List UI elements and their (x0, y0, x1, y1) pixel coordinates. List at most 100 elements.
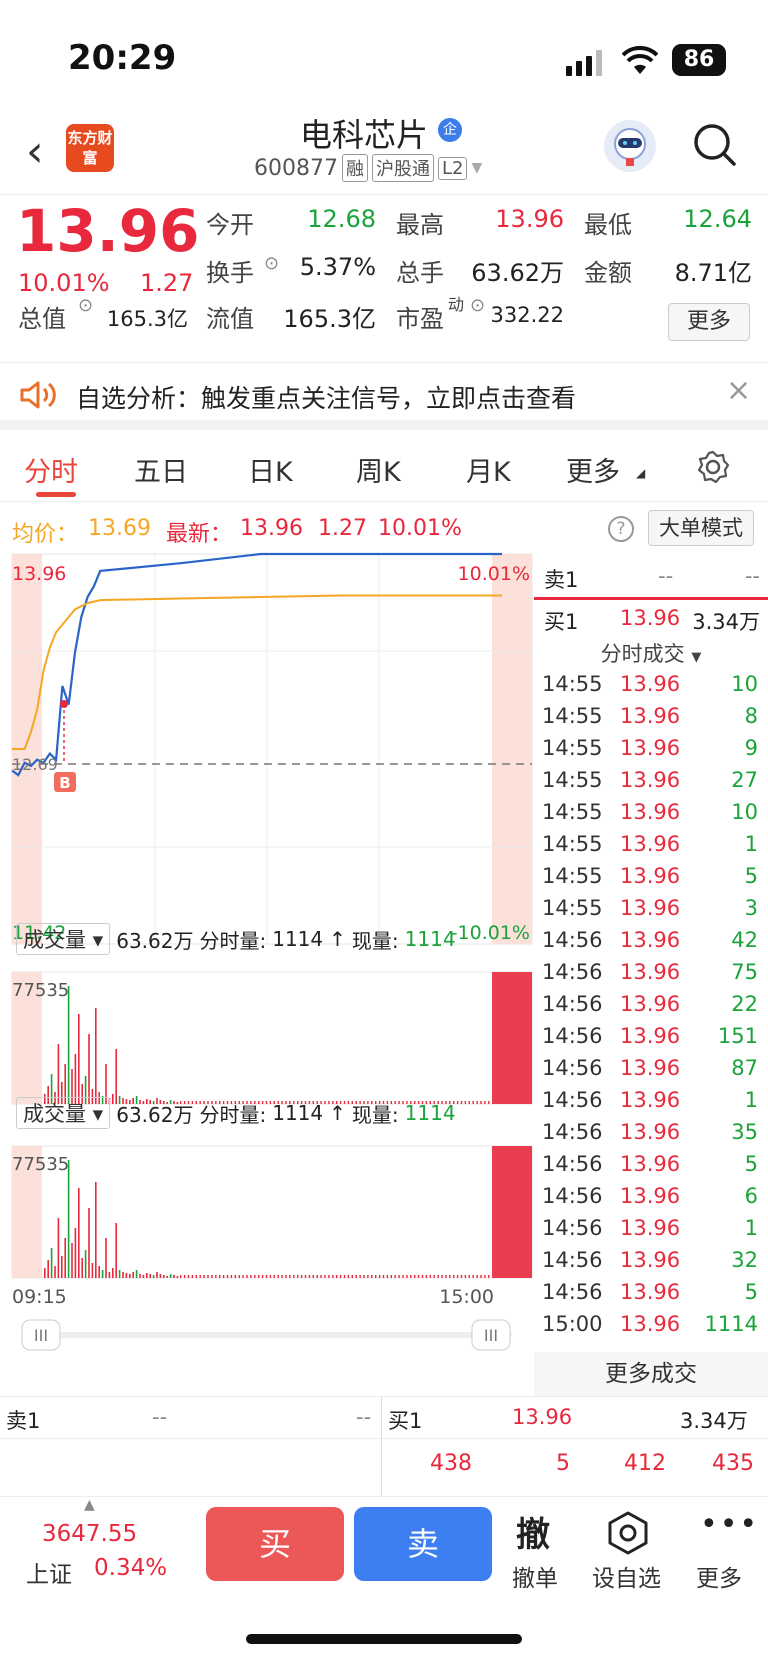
volume-bar (91, 1263, 94, 1278)
volume-bar (351, 1275, 353, 1278)
close-icon[interactable]: × (726, 373, 751, 408)
active-tab-indicator (36, 492, 76, 497)
volume-bar (101, 1270, 104, 1278)
volume-bar (456, 1275, 459, 1278)
book-row2-col1: 438 (430, 1451, 472, 1476)
assistant-robot-icon[interactable] (604, 120, 656, 172)
help-icon[interactable]: ? (608, 516, 634, 542)
cellular-signal-icon (566, 50, 602, 76)
add-watchlist-button[interactable]: 设自选 (592, 1559, 661, 1593)
pe-value: 332.22 (490, 303, 564, 327)
add-watchlist-icon[interactable] (606, 1511, 650, 1555)
status-time: 20:29 (68, 38, 177, 78)
latest-label: 最新： (166, 522, 233, 547)
index-value[interactable]: 3647.55 (42, 1521, 137, 1547)
volume-bar (149, 1274, 151, 1278)
tab-monthly-k[interactable]: 月K (466, 450, 511, 489)
chart-svg[interactable]: B 13.96 12.69 11.42 10.01% -10.01% 77535… (0, 550, 534, 1370)
volume-bar (320, 1275, 322, 1278)
volume-bar (386, 1275, 389, 1278)
volume-bar (98, 1266, 100, 1278)
volume-bar (125, 1273, 128, 1278)
tick-time: 14:56 (542, 1280, 603, 1304)
now-value: 1114 (404, 927, 456, 951)
ticks-list[interactable]: 14:55 13.96 10 14:55 13.96 8 14:55 13.96 9 14:55 1… (534, 672, 768, 1348)
volume-bar (67, 986, 70, 1104)
volume-bar (50, 1248, 53, 1278)
y-mid-label: 12.69 (12, 755, 58, 774)
ticks-header[interactable]: 分时成交 ▼ (534, 638, 768, 672)
volume-bar (84, 1250, 87, 1278)
index-pct[interactable]: 0.34% (94, 1555, 167, 1581)
tab-five-day[interactable]: 五日 (134, 450, 188, 489)
volume-bar (230, 1275, 233, 1278)
big-order-mode-button[interactable]: 大单模式 (648, 510, 754, 546)
tick-row: 14:56 13.96 5 (534, 1280, 768, 1312)
search-icon[interactable] (692, 122, 738, 168)
tab-more[interactable]: 更多 (566, 450, 620, 489)
tick-row: 14:55 13.96 1 (534, 832, 768, 864)
more-trades-button[interactable]: 更多成交 (534, 1352, 768, 1396)
side-sell1-row: 卖1 -- -- (534, 554, 768, 600)
tab-daily-k[interactable]: 日K (248, 450, 293, 489)
sell-button[interactable]: 卖 (354, 1507, 492, 1581)
index-name[interactable]: 上证 (26, 1555, 72, 1589)
tick-row: 14:55 13.96 5 (534, 864, 768, 896)
tick-row: 14:55 13.96 8 (534, 704, 768, 736)
tick-price: 13.96 (620, 1152, 681, 1176)
tick-price: 13.96 (620, 672, 681, 696)
current-price: 13.96 (16, 197, 200, 265)
tick-time: 14:56 (542, 1120, 603, 1144)
quote-more-button[interactable]: 更多 (668, 303, 750, 341)
volume-bar (453, 1275, 455, 1278)
app-logo[interactable]: 东方财富 (66, 124, 114, 172)
settings-gear-icon[interactable] (696, 450, 730, 484)
dropdown-icon[interactable]: ▼ (471, 160, 482, 176)
volume-bar (277, 1275, 279, 1278)
tick-volume: 1114 (704, 1312, 758, 1336)
volume-bar (78, 1014, 80, 1104)
volume-bar (250, 1275, 252, 1278)
dropdown-icon: ◢ (636, 466, 646, 480)
tick-row: 14:56 13.96 151 (534, 1024, 768, 1056)
tick-volume: 8 (744, 704, 758, 728)
volume-bar (421, 1275, 424, 1278)
cancel-order-button[interactable]: 撤单 (512, 1559, 558, 1593)
volume-bar (480, 1275, 482, 1278)
info-dots-icon[interactable]: ⊙ (470, 295, 485, 316)
range-track[interactable] (22, 1332, 512, 1338)
volume-bar (173, 1275, 175, 1278)
volume-bar (203, 1275, 205, 1278)
back-icon[interactable]: ‹ (26, 126, 44, 177)
more-button[interactable]: 更多 (696, 1559, 742, 1593)
indicator-selector[interactable]: 成交量 ▾ (16, 923, 111, 955)
tab-intraday[interactable]: 分时 (24, 450, 78, 489)
volume-bar (81, 1258, 83, 1278)
sell1-label: 卖1 (544, 568, 579, 592)
tick-time: 14:56 (542, 1152, 603, 1176)
volume-bar (118, 1270, 121, 1278)
cancel-order-icon[interactable]: 撤 (516, 1507, 550, 1556)
volume-bar (328, 1275, 330, 1278)
up-caret-icon: ▲ (84, 1497, 95, 1513)
tab-weekly-k[interactable]: 周K (356, 450, 401, 489)
tick-price: 13.96 (620, 928, 681, 952)
tick-volume: 42 (731, 928, 758, 952)
buy1-price: 13.96 (512, 1405, 573, 1429)
volume-bar (359, 1275, 361, 1278)
tick-row: 14:56 13.96 1 (534, 1088, 768, 1120)
more-dots-icon[interactable]: ••• (700, 1507, 759, 1542)
avg-value: 13.69 (88, 516, 151, 541)
info-dots-icon[interactable]: ⊙ (78, 295, 93, 316)
info-dots-icon[interactable]: ⊙ (264, 253, 279, 274)
buy-button[interactable]: 买 (206, 1507, 344, 1581)
volume-bar (163, 1275, 165, 1278)
alert-banner[interactable]: 自选分析：触发重点关注信号，立即点击查看 × (0, 362, 768, 430)
tick-price: 13.96 (620, 1248, 681, 1272)
volume-bar (95, 1008, 97, 1104)
tick-volume: 35 (731, 1120, 758, 1144)
volume-bar (410, 1275, 412, 1278)
indicator-selector[interactable]: 成交量 ▾ (16, 1097, 111, 1129)
volume-bar (226, 1275, 229, 1278)
intraday-chart[interactable]: B 13.96 12.69 11.42 10.01% -10.01% 77535… (0, 550, 534, 1370)
